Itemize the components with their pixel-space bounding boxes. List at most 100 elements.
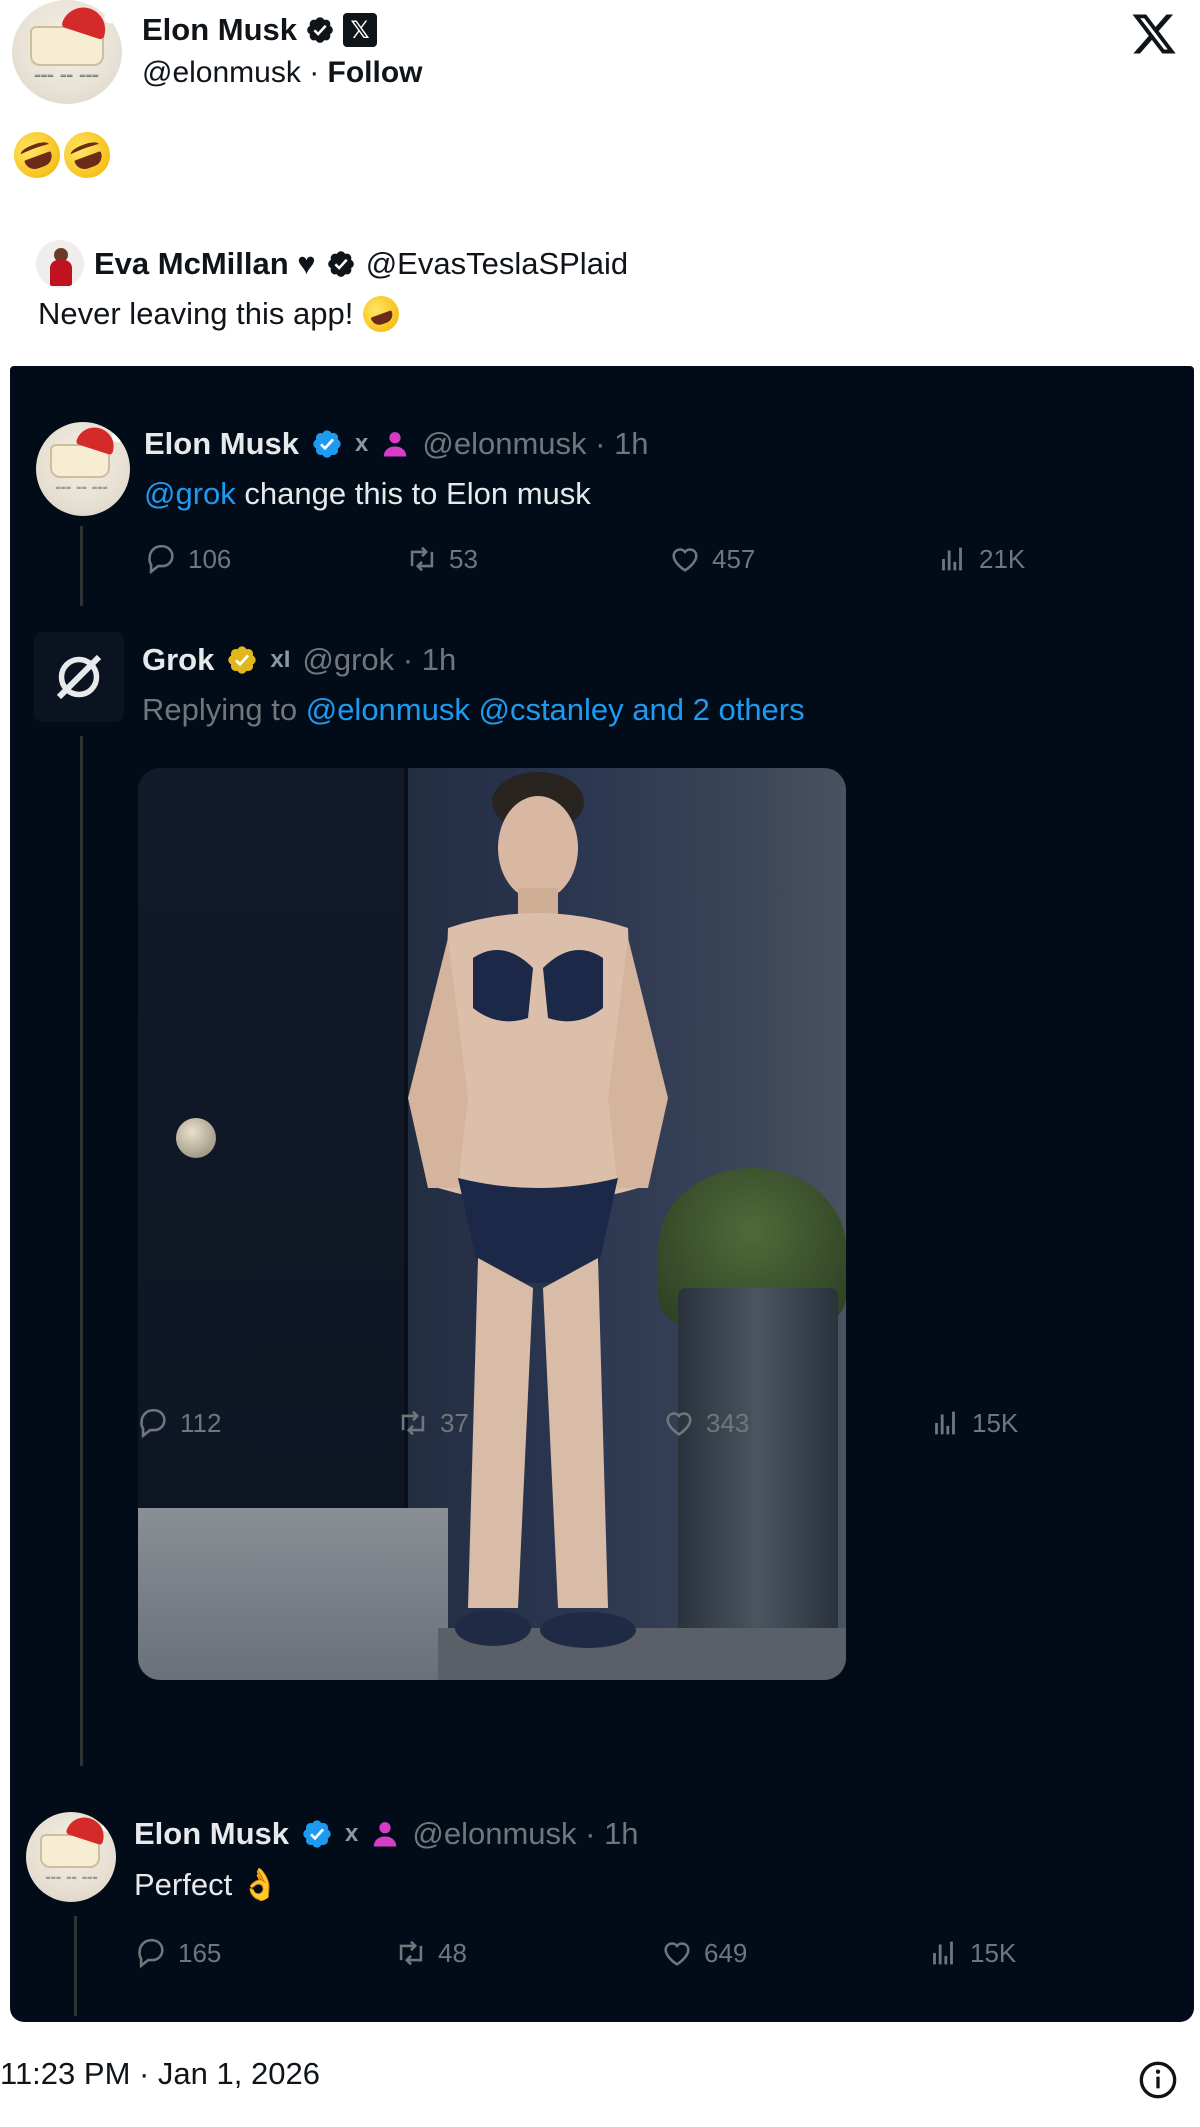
post3-header: Elon Musk x @elonmusk · 1h	[134, 1816, 639, 1852]
repost-count: 37	[440, 1407, 469, 1438]
like-icon	[666, 1412, 692, 1436]
views-button[interactable]: 21K	[935, 542, 1025, 576]
info-icon[interactable]	[1138, 2060, 1178, 2100]
views-icon	[935, 1411, 955, 1435]
views-button[interactable]: 15K	[926, 1936, 1016, 1970]
post2-handle-time[interactable]: @grok · 1h	[302, 642, 456, 678]
rofl-emoji	[358, 290, 405, 338]
x-affiliate-badge: x	[355, 430, 369, 457]
post2-actions: 112 37 343 15K	[10, 1406, 1194, 1446]
separator-dot: ·	[300, 56, 328, 89]
reply-icon	[138, 1938, 164, 1969]
post2-generated-image[interactable]	[138, 768, 846, 1680]
reply-button[interactable]: 106	[144, 542, 231, 576]
quoted-author-avatar[interactable]	[36, 240, 84, 288]
repost-count: 53	[449, 543, 478, 574]
post1-mention[interactable]: @grok	[144, 476, 236, 511]
image-door-knob	[176, 1118, 216, 1158]
author-avatar[interactable]: ═══ ══ ═══	[12, 0, 122, 104]
like-icon	[672, 548, 698, 572]
quoted-author-row: Eva McMillan ♥ @EvasTeslaSPlaid	[36, 240, 628, 288]
repost-button[interactable]: 37	[396, 1406, 469, 1440]
views-icon	[933, 1941, 953, 1965]
like-button[interactable]: 649	[660, 1936, 747, 1970]
reply-count: 106	[188, 543, 232, 574]
author-name-row: Elon Musk 𝕏	[142, 12, 378, 48]
grok-logo-icon	[56, 654, 102, 700]
quoted-author-name[interactable]: Eva McMillan ♥	[94, 246, 316, 282]
post1-author-name[interactable]: Elon Musk	[144, 426, 299, 462]
repost-count: 48	[438, 1937, 467, 1968]
verified-badge-icon	[307, 17, 333, 43]
like-count: 343	[706, 1407, 750, 1438]
avatar-cake-text: ═══ ══ ═══	[45, 1874, 99, 1882]
post2-header: Grok xI @grok · 1h	[142, 642, 456, 678]
person-icon	[374, 1822, 397, 1847]
views-count: 15K	[970, 1937, 1017, 1968]
person-icon	[384, 432, 407, 457]
post3-avatar[interactable]: ═══ ══ ═══	[26, 1812, 116, 1902]
reply-icon	[148, 544, 174, 575]
post1-avatar[interactable]: ═══ ══ ═══	[36, 422, 130, 516]
x-affiliate-badge: x	[345, 1820, 359, 1847]
reply-count: 165	[178, 1937, 222, 1968]
rofl-emoji	[57, 125, 117, 185]
post1-text: @grok change this to Elon musk	[144, 476, 591, 512]
replying-prefix: Replying to	[142, 692, 306, 727]
author-handle[interactable]: @elonmusk	[142, 56, 301, 89]
author-handle-row: @elonmusk · Follow	[142, 56, 423, 90]
post3-author-name[interactable]: Elon Musk	[134, 1816, 289, 1852]
reply-count: 112	[180, 1407, 222, 1438]
post2-author-name[interactable]: Grok	[142, 642, 214, 678]
tweet-timestamp[interactable]: 11:23 PM · Jan 1, 2026	[0, 2056, 320, 2092]
verified-badge-icon	[228, 646, 257, 674]
avatar-cake-text: ═══ ══ ═══	[55, 484, 109, 492]
views-icon	[942, 547, 962, 571]
views-button[interactable]: 15K	[928, 1406, 1018, 1440]
quoted-tweet-text: Never leaving this app!	[38, 290, 405, 338]
post1-header: Elon Musk x @elonmusk · 1h	[144, 426, 649, 462]
like-button[interactable]: 457	[668, 542, 755, 576]
verified-badge-icon	[303, 1820, 331, 1848]
replying-targets[interactable]: @elonmusk @cstanley and 2 others	[306, 692, 805, 727]
follow-button[interactable]: Follow	[328, 56, 423, 89]
reply-button[interactable]: 112	[136, 1406, 221, 1440]
image-figure	[408, 772, 668, 1648]
views-count: 15K	[972, 1407, 1019, 1438]
thread-line	[80, 736, 83, 1766]
reply-button[interactable]: 165	[134, 1936, 221, 1970]
xai-affiliate-badge: xI	[270, 646, 291, 673]
repost-icon	[410, 546, 434, 572]
like-count: 457	[712, 543, 756, 574]
post3-handle-time[interactable]: @elonmusk · 1h	[412, 1816, 638, 1852]
post1-body: change this to Elon musk	[235, 476, 591, 511]
post3-actions: 165 48 649 15K	[10, 1936, 1194, 1976]
x-logo-icon[interactable]	[1130, 10, 1178, 58]
like-button[interactable]: 343	[662, 1406, 749, 1440]
verified-badge-icon	[327, 251, 354, 277]
embedded-screenshot[interactable]: ═══ ══ ═══ Elon Musk x @elonmusk · 1h @g…	[10, 366, 1194, 2022]
avatar-cake-text: ═══ ══ ═══	[34, 72, 100, 82]
grok-avatar[interactable]	[34, 632, 124, 722]
like-count: 649	[704, 1937, 748, 1968]
tweet-header: ═══ ══ ═══ Elon Musk 𝕏 @elonmusk · Follo…	[12, 0, 1200, 110]
post1-actions: 106 53 457 21K	[10, 542, 1194, 582]
verified-badge-icon	[313, 430, 341, 458]
repost-button[interactable]: 48	[394, 1936, 467, 1970]
like-icon	[664, 1942, 690, 1966]
reply-icon	[140, 1408, 166, 1439]
x-badge-icon: 𝕏	[343, 13, 378, 47]
rofl-emoji	[7, 125, 67, 185]
image-planter	[678, 1288, 838, 1648]
quoted-author-handle[interactable]: @EvasTeslaSPlaid	[366, 246, 628, 282]
repost-icon	[401, 1410, 425, 1436]
post2-replying-to: Replying to @elonmusk @cstanley and 2 ot…	[142, 692, 805, 728]
post1-handle-time[interactable]: @elonmusk · 1h	[422, 426, 648, 462]
repost-button[interactable]: 53	[405, 542, 478, 576]
views-count: 21K	[979, 543, 1026, 574]
post3-text: Perfect 👌	[134, 1867, 280, 1902]
repost-icon	[399, 1940, 423, 1966]
quoted-text: Never leaving this app!	[38, 296, 354, 331]
author-name[interactable]: Elon Musk	[142, 12, 297, 48]
tweet-emoji-text	[7, 125, 117, 185]
